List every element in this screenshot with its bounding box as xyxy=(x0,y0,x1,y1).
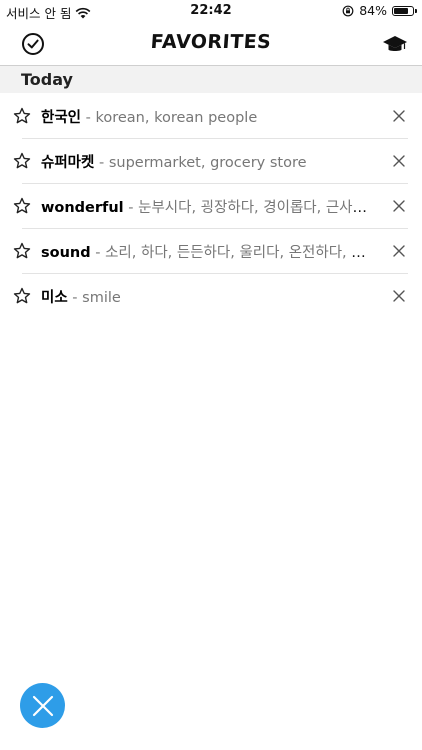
page-title: FAVORITES xyxy=(149,31,273,53)
separator: - xyxy=(123,200,139,216)
battery-fill xyxy=(394,7,409,14)
list-item-text: 한국인 - korean, korean people xyxy=(41,106,376,127)
star-outline-icon[interactable] xyxy=(13,242,31,260)
list-item-text: sound - 소리, 하다, 든든하다, 울리다, 온전하다, 음향, 건전하… xyxy=(41,241,376,262)
star-outline-icon[interactable] xyxy=(13,107,31,125)
list-item[interactable]: 미소 - smile xyxy=(0,274,422,319)
list-item[interactable]: sound - 소리, 하다, 든든하다, 울리다, 온전하다, 음향, 건전하… xyxy=(0,229,422,274)
section-header-today: Today xyxy=(0,66,422,93)
list-item-text: wonderful - 눈부시다, 굉장하다, 경이롭다, 근사하다, 훌륭하다 xyxy=(41,196,376,217)
orientation-lock-icon xyxy=(342,5,354,16)
nav-bar: FAVORITES xyxy=(0,22,422,66)
favorite-definition: 눈부시다, 굉장하다, 경이롭다, 근사하다, 훌륭하다 xyxy=(138,200,376,216)
favorite-definition: 소리, 하다, 든든하다, 울리다, 온전하다, 음향, 건전하다 xyxy=(105,245,376,261)
close-icon[interactable] xyxy=(393,155,405,167)
star-outline-icon[interactable] xyxy=(13,287,31,305)
star-outline-icon[interactable] xyxy=(13,152,31,170)
list-item[interactable]: wonderful - 눈부시다, 굉장하다, 경이롭다, 근사하다, 훌륭하다 xyxy=(0,184,422,229)
close-icon[interactable] xyxy=(393,290,405,302)
separator: - xyxy=(67,290,83,306)
favorite-word: 미소 xyxy=(41,290,68,306)
list-item[interactable]: 슈퍼마켓 - supermarket, grocery store xyxy=(0,139,422,184)
status-right: 84% xyxy=(342,3,417,18)
list-item-text: 미소 - smile xyxy=(41,286,376,307)
close-icon[interactable] xyxy=(393,110,405,122)
favorite-definition: smile xyxy=(82,290,121,306)
separator: - xyxy=(81,110,96,126)
star-outline-icon[interactable] xyxy=(13,197,31,215)
list-item-text: 슈퍼마켓 - supermarket, grocery store xyxy=(41,151,376,172)
separator: - xyxy=(90,245,106,261)
favorite-word: sound xyxy=(41,245,91,261)
battery-percent: 84% xyxy=(359,3,387,18)
favorite-word: 슈퍼마켓 xyxy=(41,155,95,171)
favorite-definition: supermarket, grocery store xyxy=(108,155,307,171)
fab-close-button[interactable] xyxy=(20,683,65,728)
graduation-cap-icon[interactable] xyxy=(382,31,408,57)
status-bar: 서비스 안 됨 22:42 84% xyxy=(0,0,422,22)
favorite-word: wonderful xyxy=(41,200,124,216)
separator: - xyxy=(94,155,109,171)
close-icon xyxy=(32,695,53,716)
list-item[interactable]: 한국인 - korean, korean people xyxy=(0,94,422,139)
close-icon[interactable] xyxy=(393,245,405,257)
favorite-word: 한국인 xyxy=(41,110,82,126)
close-icon[interactable] xyxy=(393,200,405,212)
section-label: Today xyxy=(21,70,73,89)
favorite-definition: korean, korean people xyxy=(95,110,258,126)
favorites-list: 한국인 - korean, korean people 슈퍼마켓 - super… xyxy=(0,94,422,319)
battery-icon xyxy=(392,5,417,16)
